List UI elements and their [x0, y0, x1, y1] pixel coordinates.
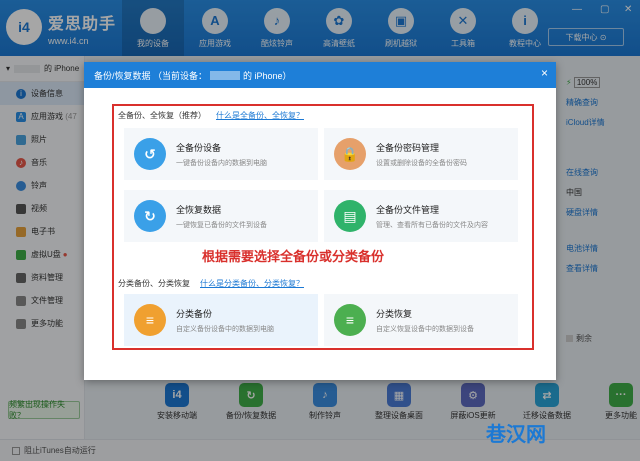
dialog-title: 备份/恢复数据 （当前设备：的 iPhone） — [84, 62, 556, 88]
annotation-highlight-box — [112, 104, 534, 350]
masked-device-name — [210, 70, 241, 80]
watermark: 巷汉网 — [486, 422, 546, 446]
dialog-close-button[interactable]: × — [541, 66, 548, 80]
backup-restore-dialog: 备份/恢复数据 （当前设备：的 iPhone） × 全备份、全恢复（推荐） 什么是… — [84, 62, 556, 380]
